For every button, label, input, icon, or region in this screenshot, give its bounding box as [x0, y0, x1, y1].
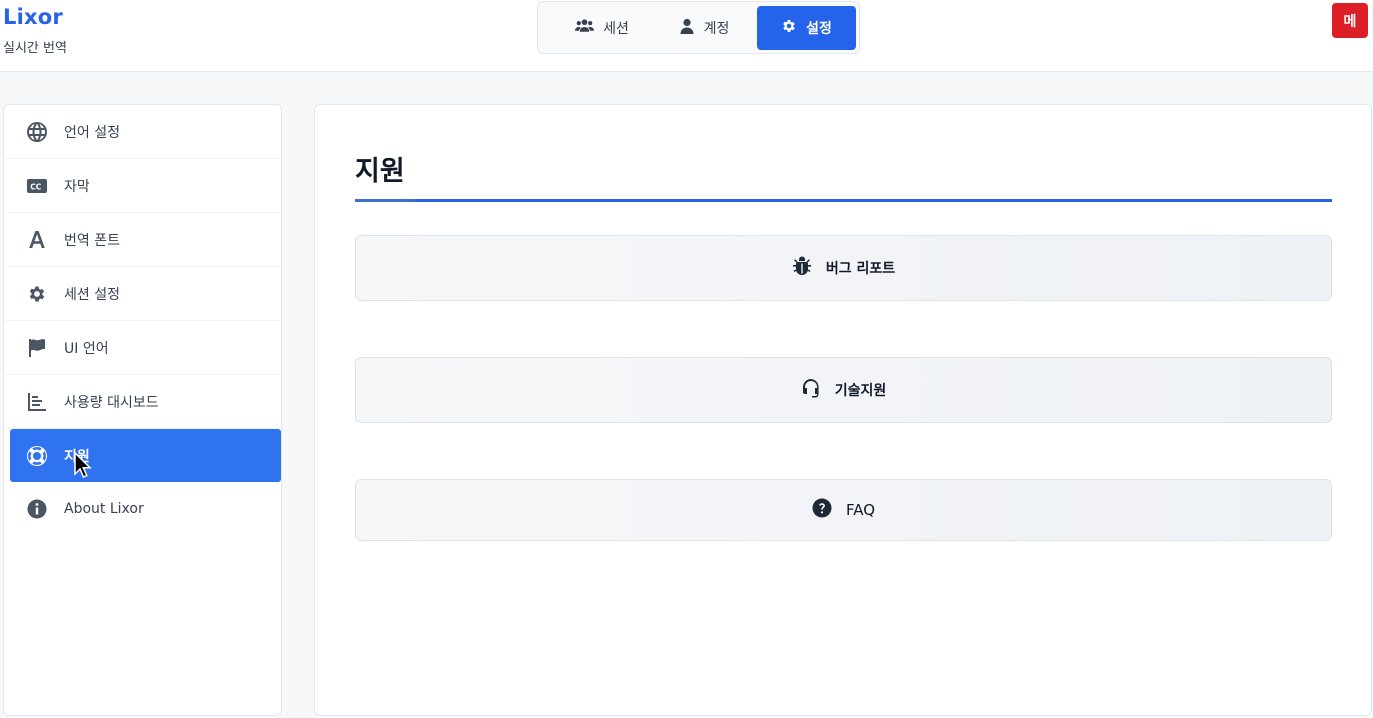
faq-button[interactable]: FAQ — [355, 479, 1332, 541]
sidebar-item-label: 지원 — [64, 448, 90, 465]
sidebar-item-subtitles[interactable]: CC 자막 — [4, 159, 281, 213]
tab-account[interactable]: 계정 — [652, 6, 756, 50]
sidebar-item-label: 세션 설정 — [64, 286, 120, 303]
sidebar-item-usage-dashboard[interactable]: 사용량 대시보드 — [4, 375, 281, 429]
sidebar-item-label: 언어 설정 — [64, 124, 120, 141]
top-navigation: 세션 계정 설정 — [537, 1, 860, 54]
sidebar-item-label: 사용량 대시보드 — [64, 394, 159, 411]
menu-button[interactable]: 메 — [1332, 3, 1368, 38]
app-title: Lixor — [3, 5, 63, 29]
closed-captions-icon: CC — [26, 175, 48, 197]
sidebar-item-ui-language[interactable]: UI 언어 — [4, 321, 281, 375]
faq-label: FAQ — [845, 501, 876, 519]
flag-icon — [26, 337, 48, 359]
globe-icon — [26, 121, 48, 143]
tab-settings[interactable]: 설정 — [757, 6, 856, 50]
bug-icon — [792, 256, 812, 280]
users-icon — [575, 18, 595, 38]
title-divider — [355, 199, 1332, 202]
sidebar-item-label: UI 언어 — [64, 340, 109, 357]
bug-report-button[interactable]: 버그 리포트 — [355, 235, 1332, 301]
chart-icon — [26, 391, 48, 413]
sidebar-item-support[interactable]: 지원 — [10, 429, 281, 482]
tab-sessions[interactable]: 세션 — [552, 6, 652, 50]
settings-sidebar: 언어 설정 CC 자막 번역 폰트 세션 설정 UI 언어 사용량 대시보드 지… — [3, 104, 282, 716]
gear-icon — [26, 283, 48, 305]
technical-support-button[interactable]: 기술지원 — [355, 357, 1332, 423]
sidebar-item-label: 번역 폰트 — [64, 232, 120, 249]
lifebuoy-icon — [26, 445, 48, 467]
sidebar-item-about[interactable]: About Lixor — [4, 482, 281, 536]
app-subtitle: 실시간 번역 — [3, 41, 67, 56]
technical-support-label: 기술지원 — [834, 383, 887, 399]
headset-icon — [801, 378, 821, 402]
gear-icon — [781, 18, 797, 38]
app-header: Lixor 실시간 번역 세션 계정 설정 메 — [0, 0, 1373, 72]
page-title: 지원 — [355, 156, 405, 187]
sidebar-item-label: 자막 — [64, 178, 90, 195]
svg-text:CC: CC — [30, 182, 42, 191]
sidebar-item-session-settings[interactable]: 세션 설정 — [4, 267, 281, 321]
sidebar-item-language-settings[interactable]: 언어 설정 — [4, 105, 281, 159]
info-icon — [26, 498, 48, 520]
bug-report-label: 버그 리포트 — [825, 261, 896, 277]
tab-sessions-label: 세션 — [603, 21, 629, 37]
question-circle-icon — [812, 498, 832, 522]
font-icon — [26, 229, 48, 251]
tab-account-label: 계정 — [703, 21, 730, 37]
user-icon — [679, 18, 695, 38]
sidebar-item-label: About Lixor — [64, 501, 144, 517]
support-panel: 지원 버그 리포트 기술지원 FAQ — [314, 104, 1372, 716]
sidebar-item-translation-font[interactable]: 번역 폰트 — [4, 213, 281, 267]
tab-settings-label: 설정 — [806, 21, 832, 37]
